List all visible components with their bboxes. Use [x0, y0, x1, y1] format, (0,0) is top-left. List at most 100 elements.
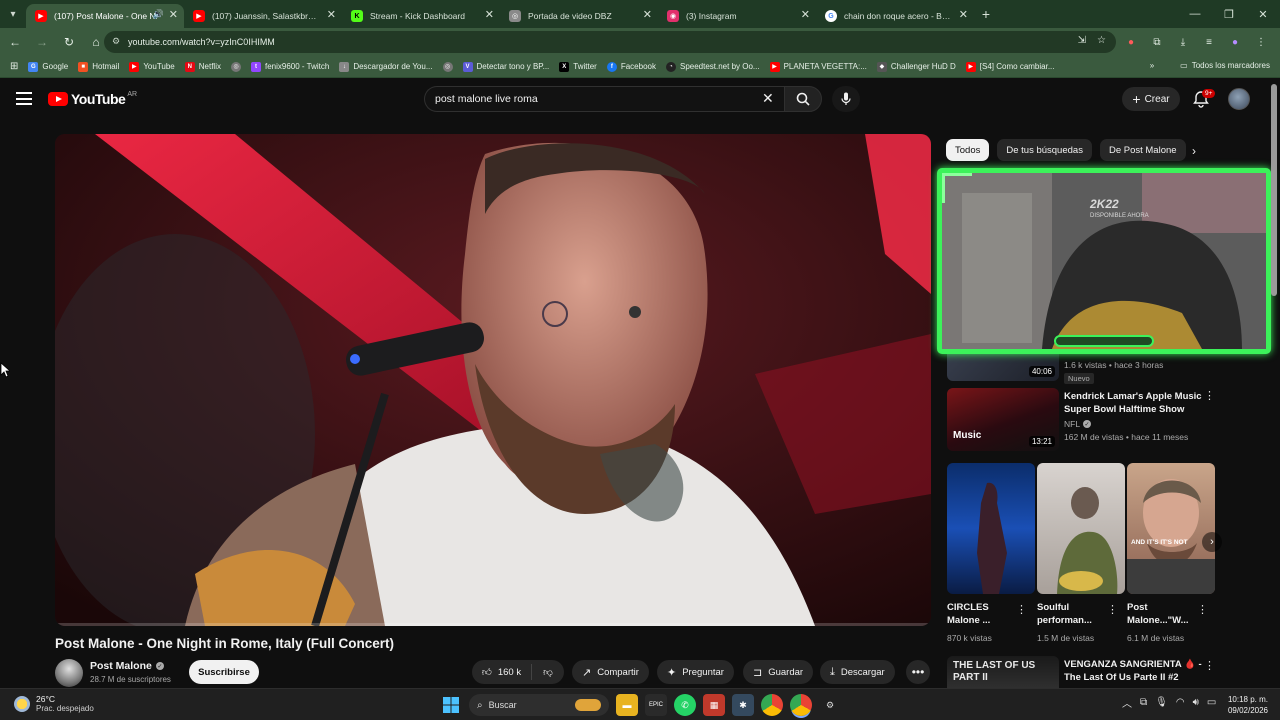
more-actions-button[interactable]: •••	[906, 660, 930, 684]
epic-games-icon[interactable]: EPIC	[645, 694, 667, 716]
tab-kick-dashboard[interactable]: K Stream - Kick Dashboard ✕	[342, 4, 500, 28]
short-title-3[interactable]: Post Malone..."W...	[1127, 601, 1193, 627]
steam-like-icon[interactable]: ✱	[732, 694, 754, 716]
channel-avatar[interactable]	[55, 659, 83, 687]
media-control-icon[interactable]: ≡	[1198, 31, 1220, 53]
microphone-tray-icon[interactable]: 🎙︎	[1155, 697, 1168, 708]
reload-button[interactable]: ↻	[57, 30, 81, 54]
minimize-icon[interactable]: —	[1178, 0, 1212, 28]
tab-juanssin[interactable]: ▶ (107) Juanssin, Salastkbron - Tr ✕	[184, 4, 342, 28]
bookmark-speedtest[interactable]: ◔ Speedtest.net by Oo...	[665, 61, 760, 72]
all-bookmarks-folder[interactable]: » ▭ Todos los marcadores	[1150, 61, 1270, 70]
clear-search-icon[interactable]: ✕	[762, 90, 774, 107]
tab-instagram[interactable]: ◉ (3) Instagram ✕	[658, 4, 816, 28]
wifi-icon[interactable]: ◠	[1176, 697, 1185, 708]
chrome-profile-icon[interactable]	[790, 694, 812, 716]
create-button[interactable]: + Crear	[1122, 87, 1180, 111]
ask-button[interactable]: ✦ Preguntar	[657, 660, 734, 684]
search-button[interactable]	[784, 86, 822, 112]
bookmark-twitch[interactable]: t fenix9600 - Twitch	[250, 61, 329, 72]
close-tab-icon[interactable]: ✕	[327, 8, 336, 21]
close-tab-icon[interactable]: ✕	[801, 8, 810, 21]
address-bar[interactable]: ⚙ youtube.com/watch?v=yzInC0IHIMM ⇲ ☆	[104, 31, 1116, 53]
new-tab-button[interactable]: +	[974, 6, 998, 22]
extensions-puzzle-icon[interactable]: ⧉	[1146, 31, 1168, 53]
download-button[interactable]: ⤓ Descargar	[820, 660, 895, 684]
related-title-3[interactable]: VENGANZA SANGRIENTA 🩸 - The Last Of Us P…	[1064, 658, 1204, 684]
chip-all[interactable]: Todos	[946, 139, 990, 161]
share-button[interactable]: ↗ Compartir	[572, 660, 649, 684]
apps-grid-icon[interactable]: ⊞	[10, 61, 18, 72]
forward-button[interactable]: →	[30, 30, 54, 54]
tab-google-search[interactable]: G chain don roque acero - Buscar ✕	[816, 4, 974, 28]
search-input[interactable]: post malone live roma	[424, 86, 784, 112]
chevron-more-icon[interactable]: »	[1150, 61, 1154, 70]
bookmark-globe-2[interactable]: ◎	[442, 61, 453, 72]
app-icon-gear[interactable]: ⚙	[819, 694, 841, 716]
more-options-icon[interactable]: ⋮	[1016, 605, 1027, 616]
kebab-menu-icon[interactable]: ⋮	[1250, 31, 1272, 53]
tab-post-malone[interactable]: ▶ (107) Post Malone - One Ni 🔊 ✕	[26, 4, 184, 28]
install-app-icon[interactable]: ⇲	[1078, 35, 1086, 46]
dislike-button[interactable]: 👎︎	[532, 666, 564, 678]
close-window-icon[interactable]: ✕	[1246, 0, 1280, 28]
page-scrollbar[interactable]	[1271, 84, 1277, 296]
speaker-icon[interactable]: 🔊	[153, 9, 164, 20]
extension-icon[interactable]: ●	[1120, 31, 1142, 53]
bookmark-twitter[interactable]: X Twitter	[559, 61, 597, 72]
restore-icon[interactable]: ❐	[1212, 0, 1246, 28]
more-options-icon[interactable]: ⋮	[1204, 661, 1215, 672]
bookmark-detectar-tono[interactable]: V Detectar tono y BP...	[462, 61, 549, 72]
more-options-icon[interactable]: ⋮	[1204, 391, 1215, 402]
shorts-next-icon[interactable]: ›	[1202, 532, 1222, 552]
related-thumbnail-3[interactable]: THE LAST OF US PART II	[947, 656, 1059, 688]
subscribe-button[interactable]: Suscribirse	[189, 660, 259, 684]
youtube-logo[interactable]: YouTube AR	[48, 91, 137, 107]
bookmark-planeta-vegetta[interactable]: ▶ PLANETA VEGETTA:...	[769, 61, 867, 72]
short-title-1[interactable]: CIRCLES Malone ...	[947, 601, 1011, 627]
site-info-icon[interactable]: ⚙	[112, 36, 120, 47]
network-tray-icon[interactable]: ⧉	[1140, 697, 1147, 708]
chevron-up-icon[interactable]: ︿	[1122, 695, 1132, 710]
chip-from-channel[interactable]: De Post Malone	[1099, 139, 1186, 161]
like-button[interactable]: 👍︎ 160 k	[472, 664, 532, 680]
taskbar-search[interactable]: ⌕ Buscar	[469, 694, 609, 716]
back-button[interactable]: ←	[3, 30, 27, 54]
bookmark-globe[interactable]: ◎	[230, 61, 241, 72]
close-tab-icon[interactable]: ✕	[959, 8, 968, 21]
close-tab-icon[interactable]: ✕	[485, 8, 494, 21]
bookmark-descargador[interactable]: ↓ Descargador de You...	[339, 61, 433, 72]
bookmark-challenger-hud[interactable]: ◆ Challenger HuD D	[876, 61, 956, 72]
menu-hamburger-icon[interactable]	[16, 92, 32, 105]
windows-start-icon[interactable]	[440, 694, 462, 716]
close-tab-icon[interactable]: ✕	[643, 8, 652, 21]
clock[interactable]: 10:18 p. m. 09/02/2026	[1196, 694, 1268, 716]
account-avatar[interactable]	[1228, 88, 1250, 110]
video-progress-bar[interactable]	[55, 623, 931, 626]
bookmark-star-icon[interactable]: ☆	[1097, 35, 1106, 46]
close-tab-icon[interactable]: ✕	[169, 8, 178, 21]
bookmark-hotmail[interactable]: ■ Hotmail	[78, 61, 119, 72]
bookmark-youtube[interactable]: ▶ YouTube	[129, 61, 175, 72]
related-channel-2[interactable]: NFL ✓	[1064, 419, 1092, 429]
weather-widget[interactable]: 26°C Prac. despejado	[14, 694, 94, 713]
whatsapp-icon[interactable]: ✆	[674, 694, 696, 716]
tab-portada-dbz[interactable]: ◎ Portada de video DBZ ✕	[500, 4, 658, 28]
short-thumbnail-2[interactable]	[1037, 463, 1125, 594]
short-title-2[interactable]: Soulful performan...	[1037, 601, 1101, 627]
app-icon-red[interactable]: ▦	[703, 694, 725, 716]
chip-from-searches[interactable]: De tus búsquedas	[997, 139, 1092, 161]
bookmark-google[interactable]: G Google	[28, 61, 68, 72]
more-options-icon[interactable]: ⋮	[1197, 605, 1208, 616]
short-thumbnail-3[interactable]: AND IT'S IT'S NOT	[1127, 463, 1215, 594]
short-thumbnail-1[interactable]	[947, 463, 1035, 594]
more-options-icon[interactable]: ⋮	[1107, 605, 1118, 616]
tab-search-button[interactable]: ▾	[0, 0, 26, 28]
bookmark-netflix[interactable]: N Netflix	[184, 61, 221, 72]
file-explorer-icon[interactable]: ▬	[616, 694, 638, 716]
voice-search-button[interactable]	[832, 86, 860, 112]
bookmark-s4[interactable]: ▶ [S4] Como cambiar...	[965, 61, 1055, 72]
related-title-2[interactable]: Kendrick Lamar's Apple Music Super Bowl …	[1064, 390, 1204, 416]
save-button[interactable]: ⊐ Guardar	[743, 660, 814, 684]
channel-name[interactable]: Post Malone ✓	[90, 660, 164, 672]
